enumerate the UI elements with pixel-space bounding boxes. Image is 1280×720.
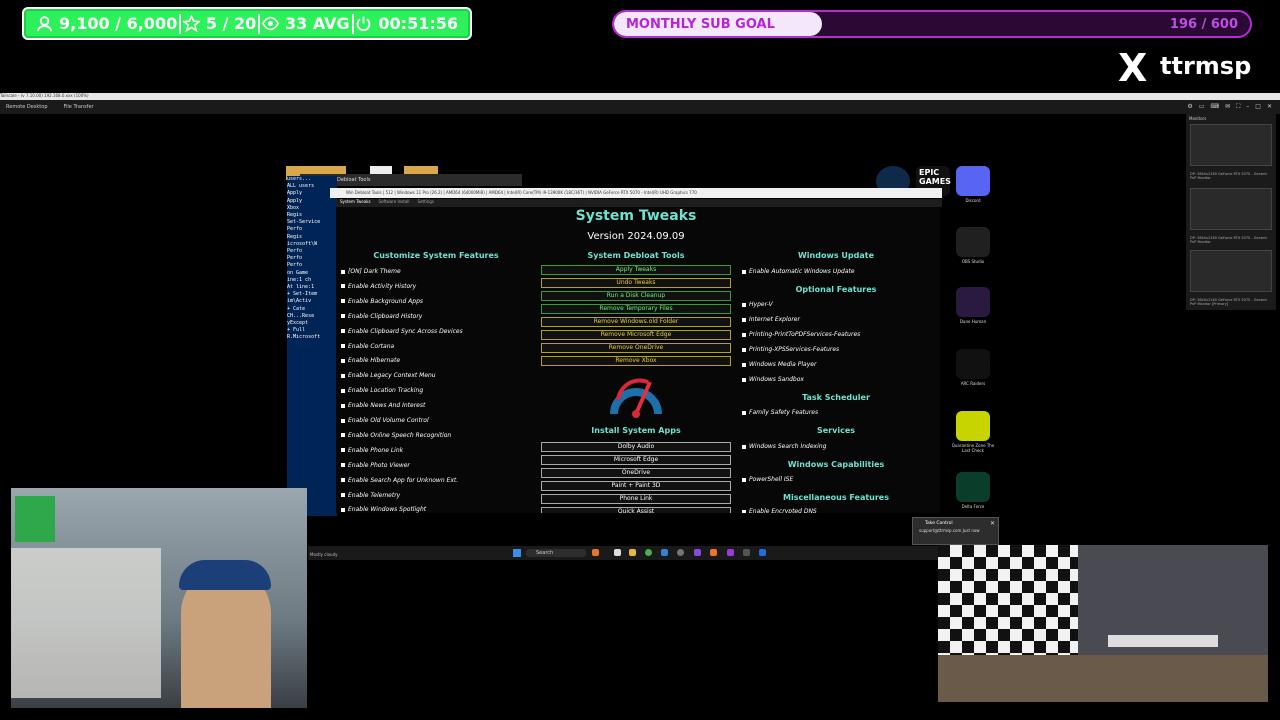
section-heading: Task Scheduler — [802, 393, 870, 402]
checkbox-option[interactable]: Windows Media Player — [742, 361, 816, 368]
poster — [15, 496, 55, 542]
webcam-left — [11, 488, 307, 708]
checkbox-option[interactable]: Hyper-V — [742, 301, 773, 308]
section-heading: Services — [816, 426, 856, 435]
debloat-action-button[interactable]: Remove Windows.old Folder — [541, 317, 731, 327]
webcam-right — [938, 545, 1268, 702]
section-heading: Install System Apps — [591, 426, 681, 435]
section-heading: Optional Features — [795, 285, 877, 294]
taskbar-app-icon[interactable] — [592, 549, 599, 556]
checkbox-option[interactable]: Family Safety Features — [742, 409, 818, 416]
toast-body: support@ttrmsp.com Just now — [919, 528, 980, 533]
debloat-action-button[interactable]: Undo Tweaks — [541, 278, 731, 288]
toast-title: Take Control — [925, 521, 953, 526]
checkbox-option[interactable]: Windows Search Indexing — [742, 443, 826, 450]
checkbox-option[interactable]: Enable Hibernate — [341, 357, 400, 364]
checkbox-option[interactable]: Enable Legacy Context Menu — [341, 372, 436, 379]
taskbar-app-icon[interactable] — [710, 549, 717, 556]
taskbar-app-icon[interactable] — [727, 549, 734, 556]
debloat-action-button[interactable]: Run a Disk Cleanup — [541, 291, 731, 301]
checkered-wall — [938, 545, 1078, 655]
checkbox-option[interactable]: Printing-XPSServices-Features — [742, 346, 839, 353]
section-heading: Miscellaneous Features — [783, 493, 889, 502]
powershell-icon[interactable] — [759, 549, 766, 556]
debloat-action-button[interactable]: Remove OneDrive — [541, 343, 731, 353]
taskbar-app-icon[interactable] — [661, 549, 668, 556]
install-app-button[interactable]: OneDrive — [541, 468, 731, 478]
checkbox-option[interactable]: Enable Cortana — [341, 343, 394, 350]
checkbox-option[interactable]: Enable Background Apps — [341, 298, 423, 305]
checkbox-option[interactable]: Enable Clipboard Sync Across Devices — [341, 328, 463, 335]
file-explorer-icon[interactable] — [629, 549, 636, 556]
debloat-action-button[interactable]: Apply Tweaks — [541, 265, 731, 275]
checkbox-option[interactable]: Printing-PrintToPDFServices-Features — [742, 331, 860, 338]
checkbox-option[interactable]: Enable Photo Viewer — [341, 462, 410, 469]
checkbox-option[interactable]: Enable Online Speech Recognition — [341, 432, 451, 439]
install-app-button[interactable]: Phone Link — [541, 494, 731, 504]
checkbox-option[interactable]: Enable Search App for Unknown Ext. — [341, 477, 458, 484]
checkbox-option[interactable]: Enable News And Interest — [341, 402, 425, 409]
taskbar-app-icon[interactable] — [743, 549, 750, 556]
checkbox-option[interactable]: Enable Windows Spotlight — [341, 506, 426, 513]
section-heading: Customize System Features — [373, 251, 499, 260]
bookshelf — [11, 548, 161, 698]
cap — [179, 560, 271, 590]
task-view-icon[interactable] — [614, 549, 621, 556]
taskbar — [308, 546, 938, 560]
checkbox-option[interactable]: Windows Sandbox — [742, 376, 804, 383]
start-icon[interactable] — [513, 549, 521, 557]
checkbox-option[interactable]: [ON] Dark Theme — [341, 268, 401, 275]
checkbox-option[interactable]: Enable Encrypted DNS — [742, 508, 817, 513]
debloat-action-button[interactable]: Remove Temporary Files — [541, 304, 731, 314]
checkbox-option[interactable]: Enable Location Tracking — [341, 387, 423, 394]
install-app-button[interactable]: Microsoft Edge — [541, 455, 731, 465]
keyboard — [1108, 635, 1218, 647]
checkbox-option[interactable]: Enable Phone Link — [341, 447, 403, 454]
chrome-icon[interactable] — [645, 549, 652, 556]
install-app-button[interactable]: Paint + Paint 3D — [541, 481, 731, 491]
taskbar-app-icon[interactable] — [694, 549, 701, 556]
section-heading: Windows Update — [797, 251, 875, 260]
taskbar-search[interactable]: Search — [526, 549, 586, 557]
taskbar-app-icon[interactable] — [677, 549, 684, 556]
install-app-button[interactable]: Dolby Audio — [541, 442, 731, 452]
debloat-action-button[interactable]: Remove Microsoft Edge — [541, 330, 731, 340]
weather-widget[interactable]: Mostly cloudy — [310, 552, 338, 557]
close-icon[interactable]: ✕ — [990, 520, 995, 527]
install-app-button[interactable]: Quick Assist — [541, 507, 731, 513]
checkbox-option[interactable]: Enable Telemetry — [341, 492, 400, 499]
debloat-action-button[interactable]: Remove Xbox — [541, 356, 731, 366]
speedometer-icon — [610, 378, 662, 418]
checkbox-option[interactable]: Enable Old Volume Control — [341, 417, 429, 424]
section-heading: System Debloat Tools — [587, 251, 685, 260]
checkbox-option[interactable]: Enable Activity History — [341, 283, 416, 290]
checkbox-option[interactable]: Enable Clipboard History — [341, 313, 422, 320]
checkbox-option[interactable]: PowerShell ISE — [742, 476, 793, 483]
floor — [938, 655, 1268, 702]
notification-toast[interactable]: Take Control support@ttrmsp.com Just now… — [912, 517, 999, 545]
checkbox-option[interactable]: Internet Explorer — [742, 316, 800, 323]
checkbox-option[interactable]: Enable Automatic Windows Update — [742, 268, 855, 275]
section-heading: Windows Capabilities — [787, 460, 885, 469]
